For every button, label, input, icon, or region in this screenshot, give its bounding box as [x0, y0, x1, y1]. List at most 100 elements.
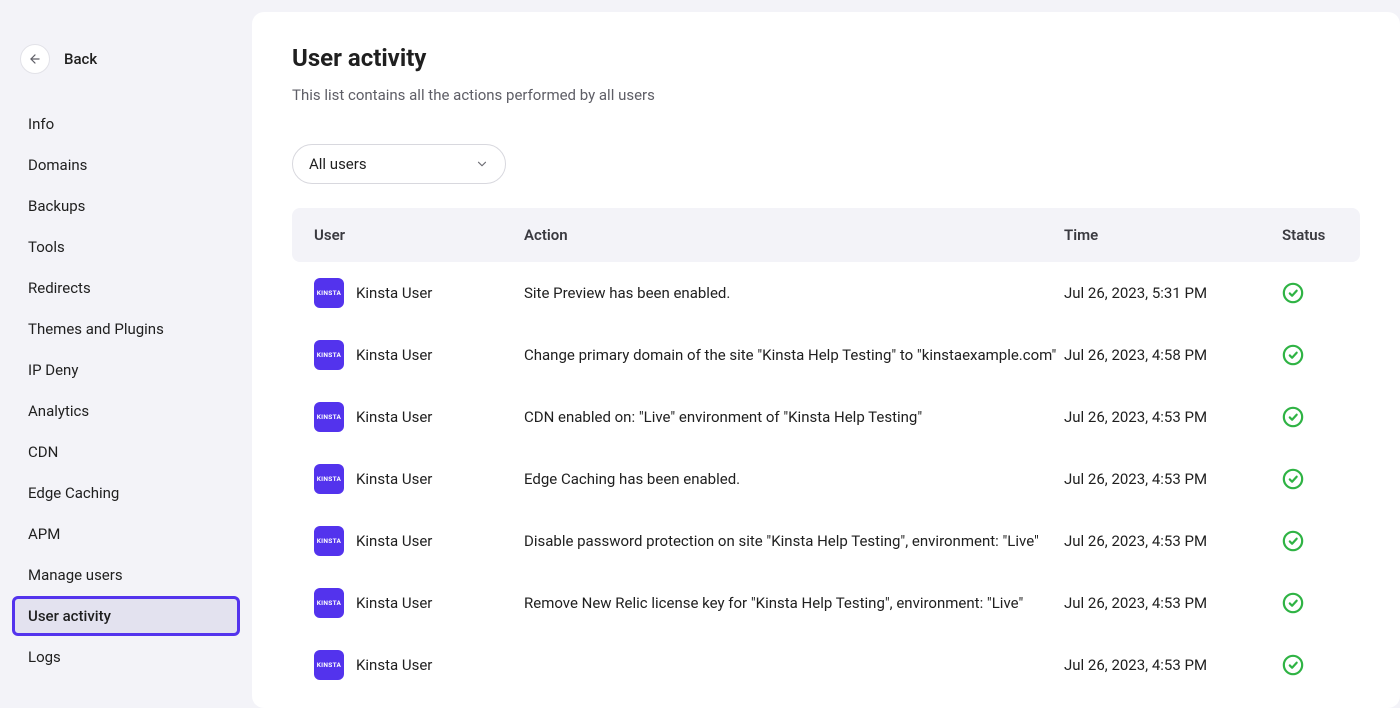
sidebar-item-edge-caching[interactable]: Edge Caching — [12, 473, 240, 513]
sidebar-item-logs[interactable]: Logs — [12, 637, 240, 677]
activity-table: User Action Time Status KINSTAKinsta Use… — [292, 208, 1360, 696]
check-circle-icon — [1282, 406, 1304, 428]
user-cell: KINSTA Kinsta User — [314, 340, 524, 370]
sidebar-item-label: Info — [28, 115, 54, 133]
check-circle-icon — [1282, 530, 1304, 552]
time-cell: Jul 26, 2023, 4:53 PM — [1064, 532, 1282, 550]
avatar: KINSTA — [314, 464, 344, 494]
sidebar-item-user-activity[interactable]: User activity — [12, 596, 240, 636]
user-name: Kinsta User — [356, 532, 432, 550]
col-header-status: Status — [1282, 226, 1338, 244]
user-name: Kinsta User — [356, 346, 432, 364]
time-cell: Jul 26, 2023, 4:53 PM — [1064, 470, 1282, 488]
user-filter-select[interactable]: All users — [292, 144, 506, 184]
user-cell: KINSTA Kinsta User — [314, 650, 524, 680]
time-cell: Jul 26, 2023, 4:58 PM — [1064, 346, 1282, 364]
avatar: KINSTA — [314, 340, 344, 370]
user-filter-value: All users — [309, 155, 367, 173]
sidebar-item-domains[interactable]: Domains — [12, 145, 240, 185]
sidebar-item-analytics[interactable]: Analytics — [12, 391, 240, 431]
sidebar-item-cdn[interactable]: CDN — [12, 432, 240, 472]
col-header-time: Time — [1064, 226, 1282, 244]
back-button[interactable] — [20, 44, 50, 74]
sidebar-item-label: APM — [28, 525, 60, 543]
action-cell: Remove New Relic license key for "Kinsta… — [524, 594, 1064, 612]
sidebar-item-label: Redirects — [28, 279, 91, 297]
sidebar-item-label: Edge Caching — [28, 484, 119, 502]
action-cell: Edge Caching has been enabled. — [524, 470, 1064, 488]
time-cell: Jul 26, 2023, 4:53 PM — [1064, 408, 1282, 426]
sidebar-item-label: User activity — [28, 607, 111, 625]
table-row: KINSTA Kinsta User Jul 26, 2023, 4:53 PM — [292, 634, 1360, 696]
user-name: Kinsta User — [356, 594, 432, 612]
sidebar-item-label: IP Deny — [28, 361, 78, 379]
sidebar-item-label: Manage users — [28, 566, 123, 584]
sidebar-item-redirects[interactable]: Redirects — [12, 268, 240, 308]
sidebar-item-label: Logs — [28, 648, 61, 666]
status-cell — [1282, 468, 1338, 490]
status-cell — [1282, 406, 1338, 428]
sidebar: Back Info Domains Backups Tools Redirects The… — [0, 0, 252, 708]
user-name: Kinsta User — [356, 470, 432, 488]
avatar: KINSTA — [314, 402, 344, 432]
filter-row: All users — [292, 144, 1360, 184]
avatar: KINSTA — [314, 650, 344, 680]
user-name: Kinsta User — [356, 284, 432, 302]
status-cell — [1282, 530, 1338, 552]
avatar: KINSTA — [314, 278, 344, 308]
time-cell: Jul 26, 2023, 5:31 PM — [1064, 284, 1282, 302]
main-panel: User activity This list contains all the… — [252, 12, 1400, 708]
page-subtitle: This list contains all the actions perfo… — [292, 86, 1360, 104]
check-circle-icon — [1282, 654, 1304, 676]
user-cell: KINSTA Kinsta User — [314, 278, 524, 308]
user-cell: KINSTA Kinsta User — [314, 402, 524, 432]
action-cell: Disable password protection on site "Kin… — [524, 532, 1064, 550]
action-cell: Change primary domain of the site "Kinst… — [524, 346, 1064, 364]
avatar: KINSTA — [314, 526, 344, 556]
check-circle-icon — [1282, 468, 1304, 490]
sidebar-item-backups[interactable]: Backups — [12, 186, 240, 226]
sidebar-item-label: Themes and Plugins — [28, 320, 164, 338]
sidebar-item-label: CDN — [28, 443, 58, 461]
sidebar-item-label: Domains — [28, 156, 87, 174]
check-circle-icon — [1282, 592, 1304, 614]
status-cell — [1282, 592, 1338, 614]
check-circle-icon — [1282, 282, 1304, 304]
table-row: KINSTAKinsta UserRemove New Relic licens… — [292, 572, 1360, 634]
table-row: KINSTA Kinsta User Edge Caching has been e… — [292, 448, 1360, 510]
table-row: KINSTA Kinsta User CDN enabled on: "Live" … — [292, 386, 1360, 448]
chevron-down-icon — [475, 157, 489, 171]
sidebar-item-manage-users[interactable]: Manage users — [12, 555, 240, 595]
table-body: KINSTA Kinsta User Site Preview has been e… — [292, 262, 1360, 696]
sidebar-item-tools[interactable]: Tools — [12, 227, 240, 267]
page-title: User activity — [292, 44, 1360, 72]
status-cell — [1282, 282, 1338, 304]
table-row: KINSTA Kinsta User Change primary domain o… — [292, 324, 1360, 386]
col-header-action: Action — [524, 226, 1064, 244]
sidebar-item-ip-deny[interactable]: IP Deny — [12, 350, 240, 390]
nav-list: Info Domains Backups Tools Redirects Themes a… — [12, 104, 240, 677]
arrow-left-icon — [28, 52, 42, 66]
check-circle-icon — [1282, 344, 1304, 366]
user-name: Kinsta User — [356, 408, 432, 426]
col-header-user: User — [314, 226, 524, 244]
sidebar-item-label: Analytics — [28, 402, 89, 420]
action-cell: CDN enabled on: "Live" environment of "K… — [524, 408, 1064, 426]
time-cell: Jul 26, 2023, 4:53 PM — [1064, 656, 1282, 674]
user-cell: KINSTA Kinsta User — [314, 464, 524, 494]
sidebar-item-label: Tools — [28, 238, 65, 256]
back-label[interactable]: Back — [64, 50, 97, 68]
user-name: Kinsta User — [356, 656, 432, 674]
sidebar-item-apm[interactable]: APM — [12, 514, 240, 554]
sidebar-item-label: Backups — [28, 197, 85, 215]
sidebar-item-info[interactable]: Info — [12, 104, 240, 144]
back-row: Back — [12, 44, 240, 74]
action-cell: Site Preview has been enabled. — [524, 284, 1064, 302]
user-cell: KINSTA Kinsta User — [314, 526, 524, 556]
time-cell: Jul 26, 2023, 4:53 PM — [1064, 594, 1282, 612]
sidebar-item-themes-and-plugins[interactable]: Themes and Plugins — [12, 309, 240, 349]
table-row: KINSTA Kinsta User Disable password protec… — [292, 510, 1360, 572]
table-row: KINSTA Kinsta User Site Preview has been e… — [292, 262, 1360, 324]
status-cell — [1282, 344, 1338, 366]
status-cell — [1282, 654, 1338, 676]
